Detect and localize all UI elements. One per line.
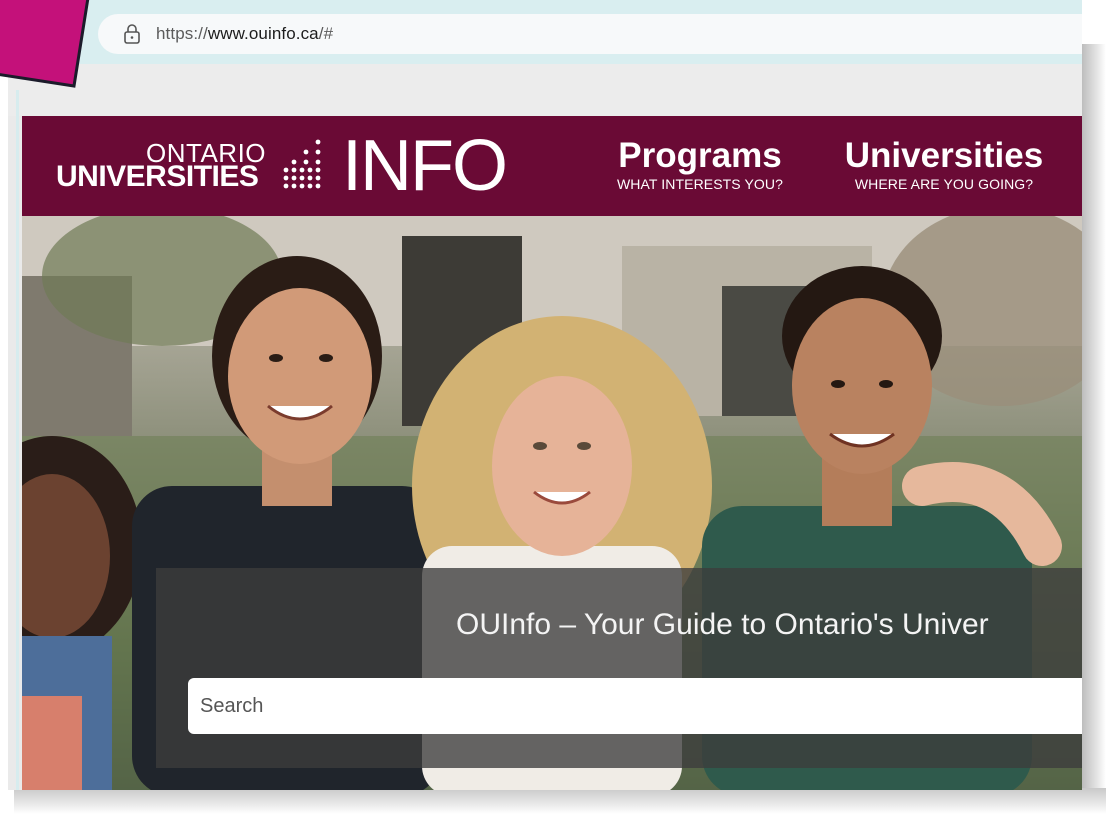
hero-banner: OUInfo – Your Guide to Ontario's Univer	[22, 216, 1082, 790]
url-host: www.ouinfo.ca	[207, 24, 319, 43]
logo-universities-text: UNIVERSITIES	[56, 160, 259, 193]
hero-tagline: OUInfo – Your Guide to Ontario's Univer	[456, 608, 989, 641]
hero-overlay: OUInfo – Your Guide to Ontario's Univer	[156, 568, 1082, 768]
page-gap	[8, 64, 1082, 116]
nav-universities-subtitle: WHERE ARE YOU GOING?	[854, 176, 1034, 192]
drop-shadow-right	[1082, 44, 1106, 804]
site-logo[interactable]: ONTARIO UNIVERSITIES INFO	[22, 116, 522, 216]
nav-programs-title: Programs	[618, 136, 782, 175]
logo-info-text: INFO	[342, 126, 508, 206]
browser-window: https://www.ouinfo.ca/# ONTARIO UNIVERSI…	[8, 0, 1082, 790]
url-text[interactable]: https://www.ouinfo.ca/#	[156, 24, 333, 44]
search-input[interactable]	[188, 678, 1082, 734]
browser-toolbar: https://www.ouinfo.ca/#	[8, 0, 1082, 64]
dot-grid-logo-icon	[283, 139, 321, 189]
nav-universities[interactable]: Universities WHERE ARE YOU GOING?	[832, 136, 1056, 192]
nav-universities-title: Universities	[844, 136, 1044, 175]
frame-border	[16, 90, 19, 790]
nav-programs[interactable]: Programs WHAT INTERESTS YOU?	[600, 136, 800, 192]
lock-icon[interactable]	[112, 14, 152, 54]
site-header: ONTARIO UNIVERSITIES INFO Programs WHAT …	[22, 116, 1082, 216]
annotation-callout	[0, 0, 90, 88]
screenshot: https://www.ouinfo.ca/# ONTARIO UNIVERSI…	[0, 0, 1106, 824]
address-bar[interactable]: https://www.ouinfo.ca/#	[98, 14, 1082, 54]
nav-programs-subtitle: WHAT INTERESTS YOU?	[616, 176, 784, 192]
url-scheme: https://	[156, 24, 208, 43]
drop-shadow-bottom	[14, 788, 1106, 814]
url-fragment: /#	[318, 24, 334, 43]
